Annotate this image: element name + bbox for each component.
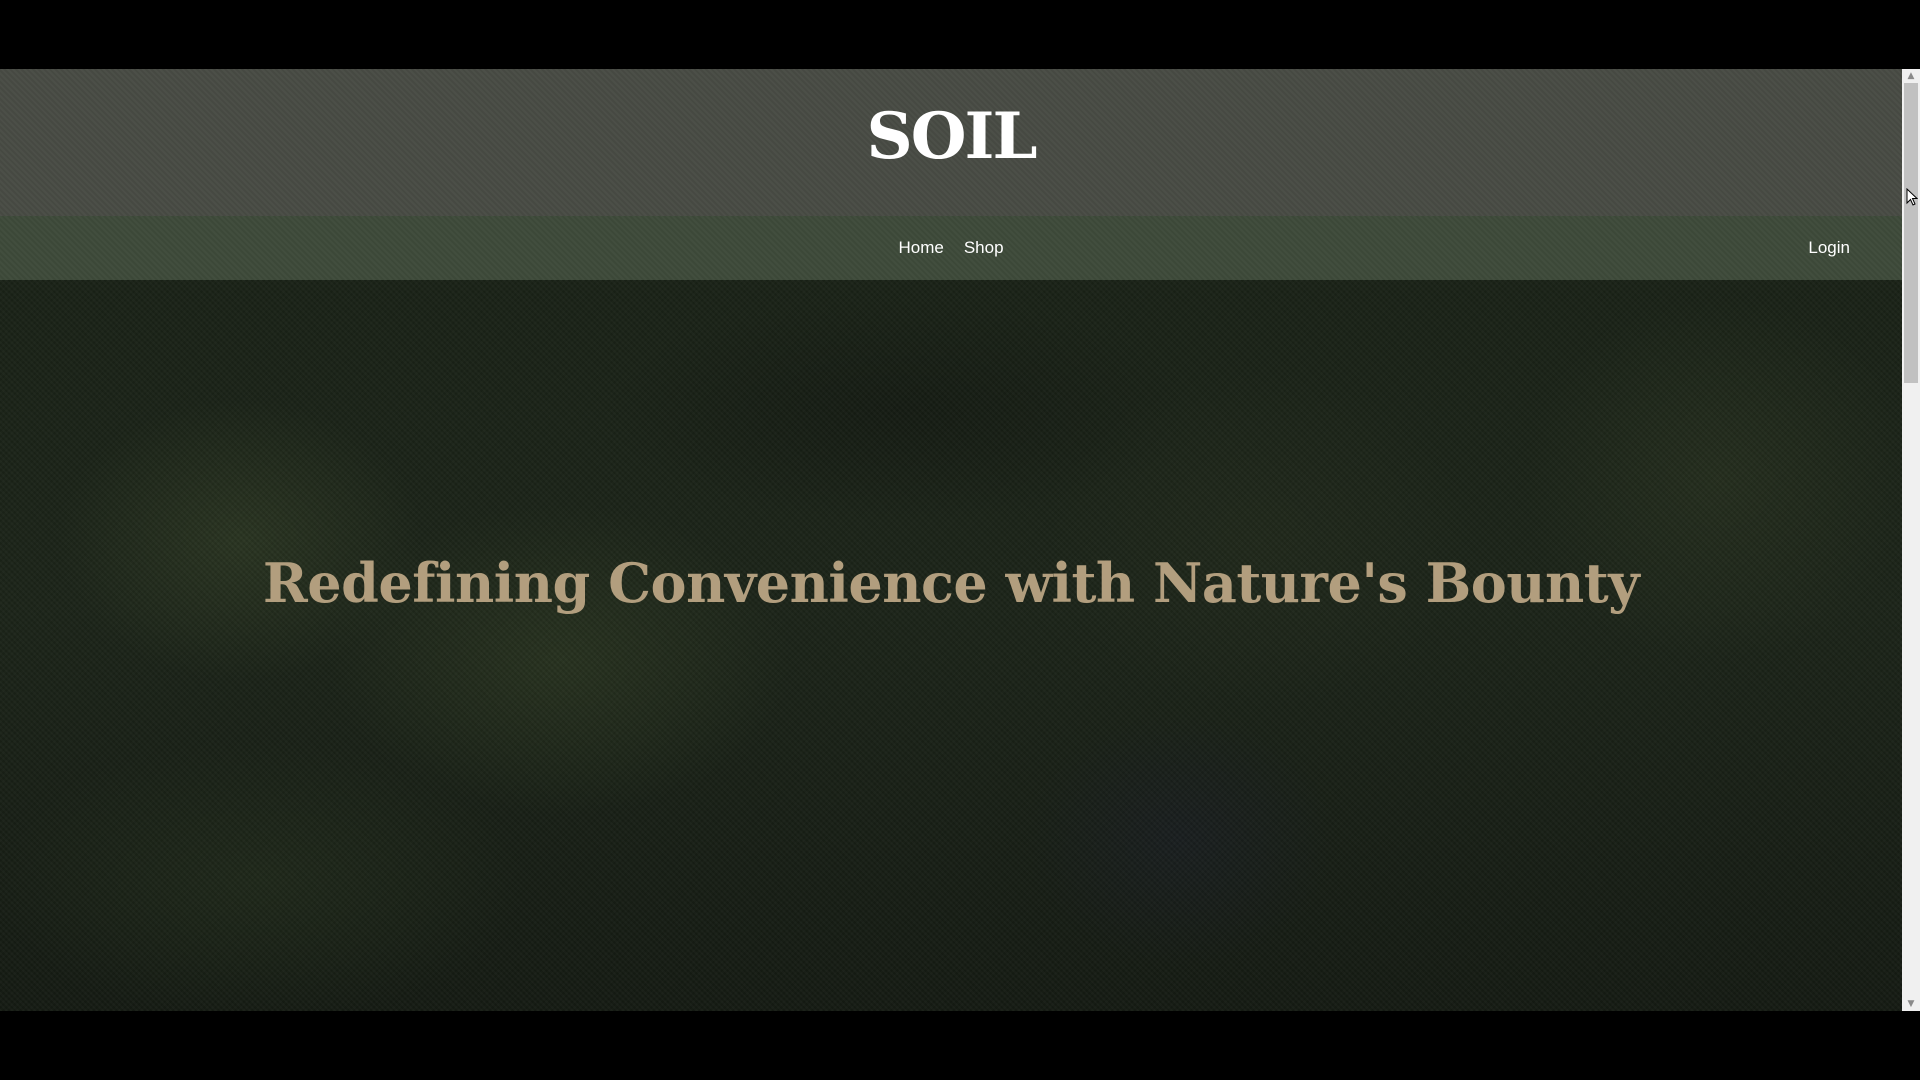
nav-link-home[interactable]: Home [898,238,943,258]
chevron-up-icon[interactable]: ▲ [1902,69,1920,83]
page: SOIL Home Shop Login Redefining Convenie… [0,69,1902,1011]
nav-link-shop[interactable]: Shop [964,238,1004,258]
nav-login-link[interactable]: Login [1808,216,1850,280]
nav-links: Home Shop [0,216,1902,280]
hero-section: Redefining Convenience with Nature's Bou… [0,280,1902,1011]
main-navbar: Home Shop Login [0,216,1902,280]
scrollbar-thumb[interactable] [1904,83,1918,383]
vertical-scrollbar[interactable]: ▲ ▼ [1902,69,1920,1011]
letterbox-top [0,0,1920,69]
site-logo-title[interactable]: SOIL [867,99,1038,174]
brand-header: SOIL [0,69,1902,216]
mouse-pointer-icon [1906,188,1918,206]
letterbox-bottom [0,1011,1920,1080]
chevron-down-icon[interactable]: ▼ [1902,997,1920,1011]
browser-viewport: SOIL Home Shop Login Redefining Convenie… [0,69,1920,1011]
hero-headline: Redefining Convenience with Nature's Bou… [262,550,1640,615]
